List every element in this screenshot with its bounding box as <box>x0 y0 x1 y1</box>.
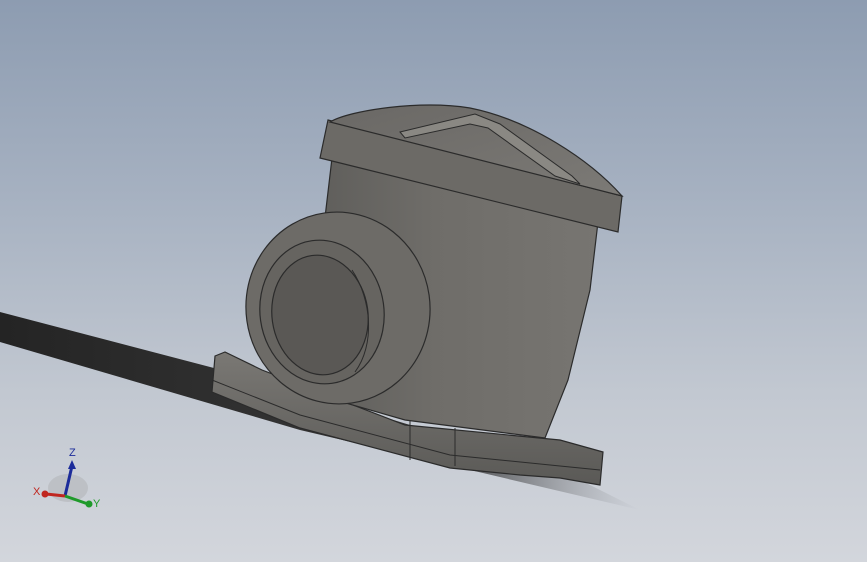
axis-x-end <box>41 490 49 498</box>
axis-x-label: X <box>33 486 41 498</box>
axis-y-label: Y <box>93 498 101 510</box>
model-view[interactable] <box>0 0 867 562</box>
axis-x-line <box>45 492 66 498</box>
axis-y-end <box>85 500 93 508</box>
axis-z-label: Z <box>69 447 76 459</box>
axis-z-arrow <box>68 460 76 469</box>
graphics-viewport[interactable]: Z X Y <box>0 0 867 562</box>
view-orientation-triad-icon[interactable]: Z X Y <box>30 438 110 518</box>
